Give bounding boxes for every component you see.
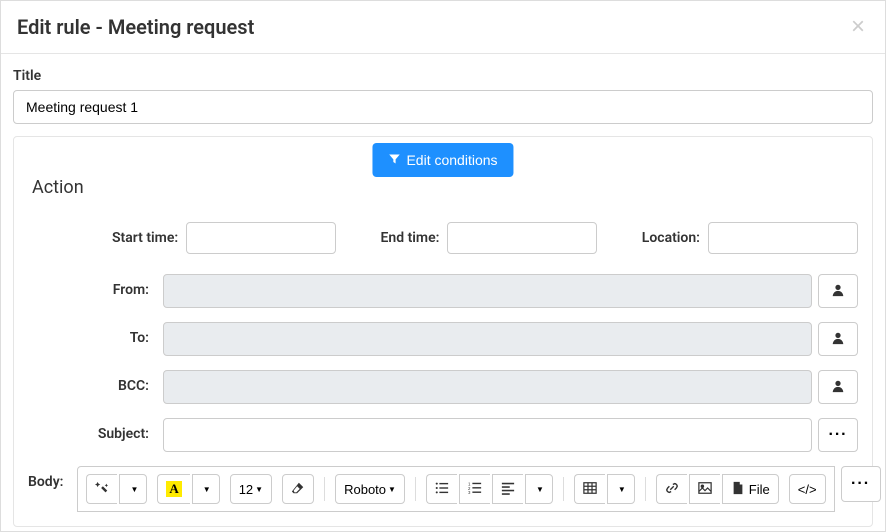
- location-label: Location:: [642, 230, 700, 246]
- svg-text:3: 3: [468, 490, 471, 495]
- toolbar-separator: [415, 477, 416, 501]
- chevron-down-icon: ▼: [255, 485, 263, 494]
- text-highlight-button[interactable]: A: [157, 474, 189, 504]
- start-time-label: Start time:: [112, 230, 178, 246]
- edit-conditions-label: Edit conditions: [406, 152, 497, 168]
- ordered-list-button[interactable]: 123: [459, 474, 490, 504]
- file-icon: [731, 481, 745, 498]
- align-dropdown[interactable]: ▼: [525, 474, 553, 504]
- ellipsis-icon: ···: [829, 426, 848, 444]
- modal-header: Edit rule - Meeting request ×: [1, 1, 885, 53]
- text-highlight-dropdown[interactable]: ▼: [192, 474, 220, 504]
- align-left-icon: [501, 481, 515, 498]
- title-section: Title: [13, 68, 873, 124]
- end-time-label: End time:: [381, 230, 440, 246]
- chevron-down-icon: ▼: [388, 485, 396, 494]
- to-row: To:: [28, 322, 858, 356]
- chevron-down-icon: ▼: [203, 485, 211, 494]
- close-icon: ×: [851, 13, 865, 40]
- from-input[interactable]: [163, 274, 812, 308]
- table-button[interactable]: [574, 474, 605, 504]
- text-highlight-icon: A: [166, 481, 181, 497]
- magic-format-dropdown[interactable]: ▼: [119, 474, 147, 504]
- ellipsis-icon: ···: [851, 475, 870, 493]
- font-family-dropdown[interactable]: Roboto ▼: [335, 474, 405, 504]
- eraser-button[interactable]: [282, 474, 314, 504]
- modal-body: Title Edit conditions Action Start time:…: [1, 54, 885, 527]
- title-label: Title: [13, 68, 873, 84]
- subject-row: Subject: ···: [28, 418, 858, 452]
- body-label: Body:: [28, 466, 77, 490]
- font-size-value: 12: [239, 482, 253, 497]
- edit-conditions-button[interactable]: Edit conditions: [372, 143, 513, 177]
- align-button[interactable]: [492, 474, 523, 504]
- body-more-button[interactable]: ···: [841, 466, 881, 502]
- chevron-down-icon: ▼: [536, 485, 544, 494]
- magic-wand-icon: [95, 481, 109, 498]
- toolbar-separator: [324, 477, 325, 501]
- body-row: Body: ▼: [28, 466, 858, 512]
- location-input[interactable]: [708, 222, 858, 254]
- subject-more-button[interactable]: ···: [818, 418, 858, 452]
- close-button[interactable]: ×: [847, 15, 869, 39]
- font-size-dropdown[interactable]: 12 ▼: [230, 474, 272, 504]
- subject-input[interactable]: [163, 418, 812, 452]
- bcc-row: BCC:: [28, 370, 858, 404]
- person-icon: [831, 331, 845, 348]
- action-heading: Action: [32, 177, 858, 198]
- from-label: From:: [28, 274, 163, 308]
- from-row: From:: [28, 274, 858, 308]
- table-dropdown[interactable]: ▼: [607, 474, 635, 504]
- action-panel: Edit conditions Action Start time: End t…: [13, 136, 873, 527]
- file-button[interactable]: File: [722, 474, 779, 504]
- person-icon: [831, 283, 845, 300]
- table-icon: [583, 481, 597, 498]
- chevron-down-icon: ▼: [618, 485, 626, 494]
- code-view-button[interactable]: </>: [789, 474, 826, 504]
- to-person-picker-button[interactable]: [818, 322, 858, 356]
- image-button[interactable]: [689, 474, 720, 504]
- link-icon: [665, 481, 679, 498]
- image-icon: [698, 481, 712, 498]
- list-ol-icon: 123: [468, 481, 482, 498]
- start-time-input[interactable]: [186, 222, 336, 254]
- title-input[interactable]: [13, 90, 873, 124]
- to-input[interactable]: [163, 322, 812, 356]
- modal-title: Edit rule - Meeting request: [17, 15, 254, 39]
- filter-icon: [388, 152, 400, 168]
- time-location-row: Start time: End time: Location:: [28, 222, 858, 254]
- person-icon: [831, 379, 845, 396]
- link-button[interactable]: [656, 474, 687, 504]
- bcc-label: BCC:: [28, 370, 163, 404]
- unordered-list-button[interactable]: [426, 474, 457, 504]
- list-ul-icon: [435, 481, 449, 498]
- eraser-icon: [291, 481, 305, 498]
- bcc-input[interactable]: [163, 370, 812, 404]
- toolbar-separator: [563, 477, 564, 501]
- font-family-value: Roboto: [344, 482, 386, 497]
- subject-label: Subject:: [28, 418, 163, 452]
- chevron-down-icon: ▼: [130, 485, 138, 494]
- to-label: To:: [28, 322, 163, 356]
- end-time-input[interactable]: [447, 222, 597, 254]
- magic-format-button[interactable]: [86, 474, 117, 504]
- bcc-person-picker-button[interactable]: [818, 370, 858, 404]
- toolbar-separator: [645, 477, 646, 501]
- file-button-label: File: [749, 482, 770, 497]
- editor-toolbar: ▼ A ▼ 12 ▼: [77, 466, 834, 512]
- edit-rule-modal: Edit rule - Meeting request × Title Edit…: [0, 0, 886, 532]
- from-person-picker-button[interactable]: [818, 274, 858, 308]
- code-icon: </>: [798, 482, 817, 497]
